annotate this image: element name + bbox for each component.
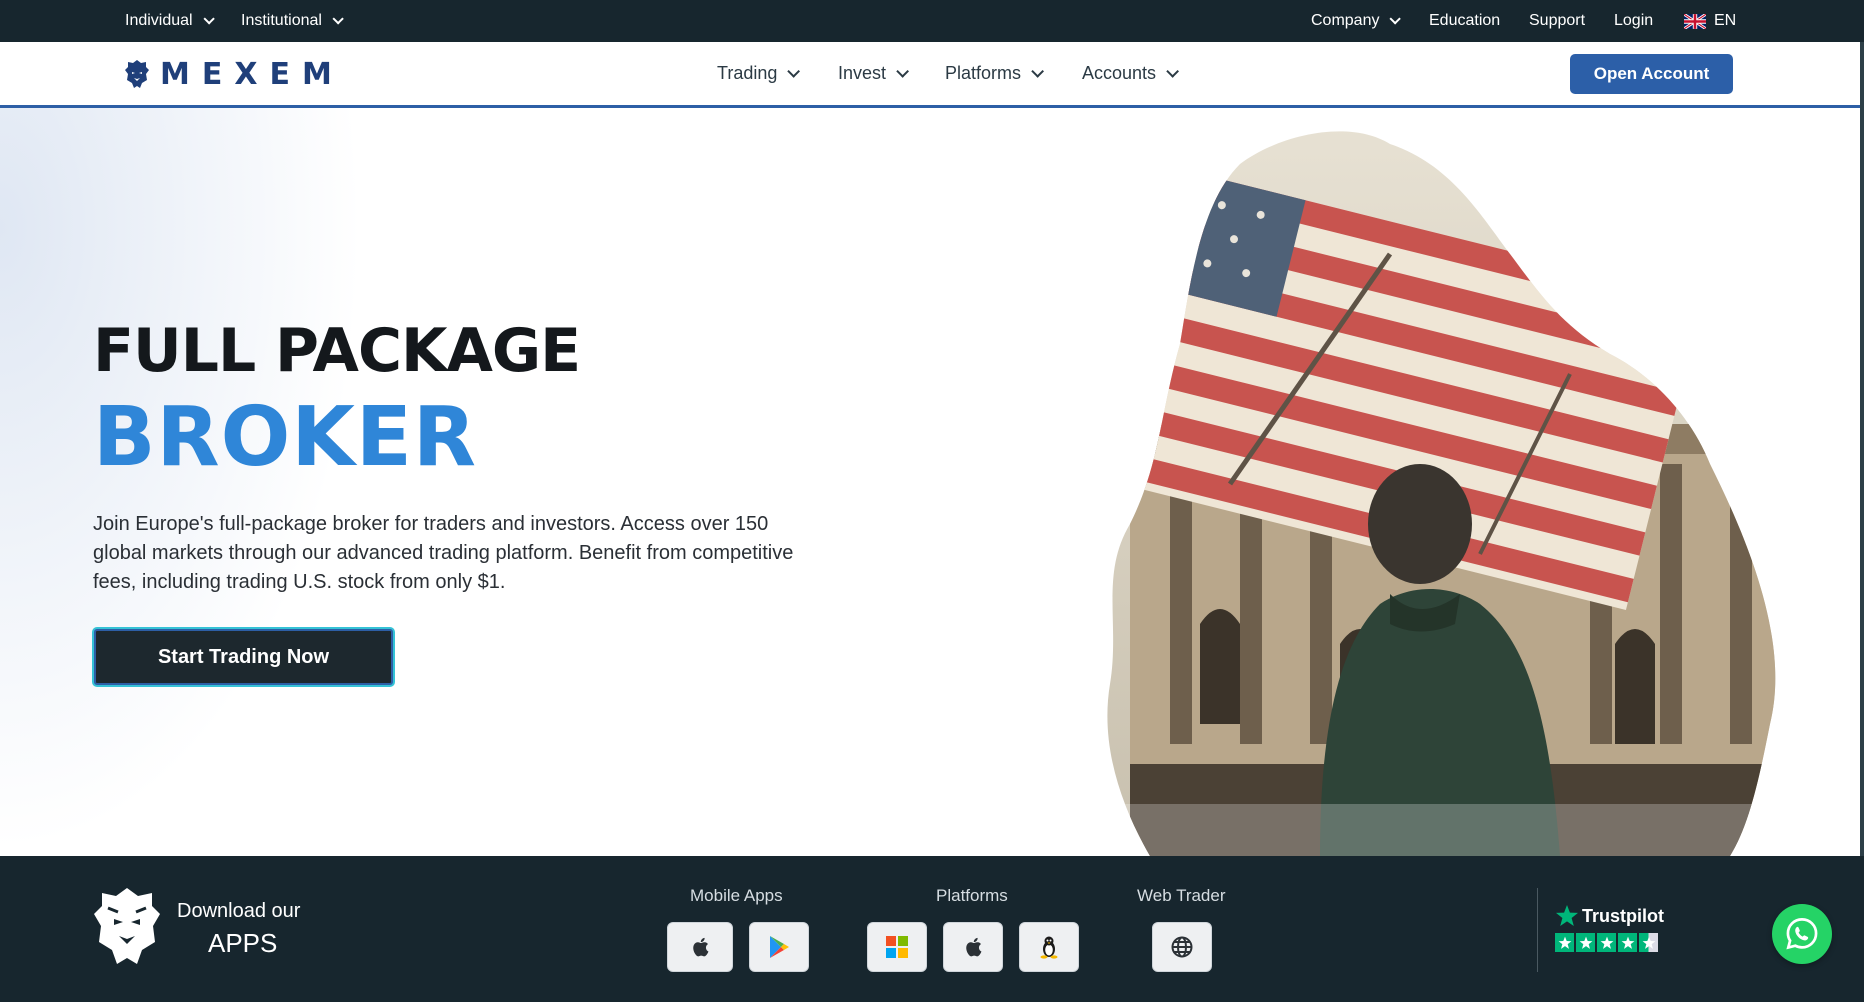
divider	[1537, 888, 1538, 972]
download-apps-bar: Download our APPS Mobile Apps Platforms	[0, 856, 1864, 1002]
institutional-menu[interactable]: Institutional	[241, 0, 344, 42]
download-text: Download our	[177, 900, 301, 922]
whatsapp-icon	[1786, 918, 1818, 950]
whatsapp-button[interactable]	[1772, 904, 1832, 964]
open-account-button[interactable]: Open Account	[1570, 54, 1733, 94]
star-icon	[1618, 933, 1637, 952]
hero-section: FULL PACKAGE BROKER Join Europe's full-p…	[0, 108, 1864, 856]
chevron-down-icon	[332, 13, 344, 25]
chevron-down-icon	[203, 13, 215, 25]
support-link[interactable]: Support	[1529, 0, 1585, 42]
google-play-icon	[770, 936, 789, 958]
top-utility-bar: Individual Institutional Company Educati…	[0, 0, 1864, 42]
language-selector[interactable]: EN	[1684, 0, 1736, 42]
company-menu[interactable]: Company	[1311, 0, 1402, 42]
web-trader-label: Web Trader	[1137, 886, 1226, 905]
chevron-down-icon	[1031, 65, 1045, 78]
trustpilot-name: Trustpilot	[1582, 906, 1664, 926]
web-trader-button[interactable]	[1152, 922, 1212, 972]
start-trading-button[interactable]: Start Trading Now	[92, 627, 395, 687]
linux-icon	[1040, 936, 1058, 959]
globe-icon	[1171, 936, 1193, 958]
nav-trading-label: Trading	[717, 63, 778, 83]
trustpilot-star-icon	[1556, 905, 1578, 926]
language-label: EN	[1714, 12, 1737, 29]
chevron-down-icon	[1166, 65, 1180, 78]
hero-illustration	[1107, 131, 1776, 856]
mexem-logo[interactable]: MEXEM	[124, 56, 344, 92]
chevron-down-icon	[787, 65, 801, 78]
mobile-ios-button[interactable]	[667, 922, 733, 972]
hero-description: Join Europe's full-package broker for tr…	[93, 513, 794, 593]
apple-icon	[693, 937, 709, 957]
logo-text: MEXEM	[160, 56, 344, 92]
star-icon	[1576, 933, 1595, 952]
hero-title-line2: BROKER	[93, 390, 478, 485]
platform-mac-button[interactable]	[943, 922, 1003, 972]
lion-head-icon	[125, 60, 149, 88]
chevron-down-icon	[1389, 13, 1402, 25]
login-label: Login	[1614, 12, 1654, 29]
lion-head-icon	[94, 888, 160, 964]
education-label: Education	[1429, 12, 1501, 29]
apps-text: APPS	[208, 928, 278, 958]
trustpilot-widget[interactable]: Trustpilot	[1555, 905, 1665, 958]
company-label: Company	[1311, 12, 1380, 29]
apple-icon	[966, 937, 982, 957]
star-icon	[1597, 933, 1616, 952]
support-label: Support	[1529, 12, 1586, 29]
mobile-apps-label: Mobile Apps	[690, 886, 783, 905]
login-link[interactable]: Login	[1614, 0, 1653, 42]
platform-linux-button[interactable]	[1019, 922, 1079, 972]
nav-platforms-label: Platforms	[945, 63, 1022, 83]
nav-invest-label: Invest	[838, 63, 887, 83]
windows-icon	[886, 936, 908, 958]
hero-title-line1: FULL PACKAGE	[93, 316, 581, 386]
platforms-label: Platforms	[936, 886, 1008, 905]
chevron-down-icon	[896, 65, 910, 78]
platform-windows-button[interactable]	[867, 922, 927, 972]
individual-label: Individual	[125, 12, 193, 29]
nav-platforms[interactable]: Platforms	[945, 42, 1045, 105]
nav-accounts-label: Accounts	[1082, 63, 1157, 83]
mobile-android-button[interactable]	[749, 922, 809, 972]
uk-flag-icon	[1684, 13, 1706, 29]
individual-menu[interactable]: Individual	[125, 0, 215, 42]
institutional-label: Institutional	[241, 12, 322, 29]
nav-trading[interactable]: Trading	[717, 42, 801, 105]
education-link[interactable]: Education	[1429, 0, 1500, 42]
star-icon	[1555, 933, 1574, 952]
nav-accounts[interactable]: Accounts	[1082, 42, 1180, 105]
main-navigation: MEXEM Trading Invest Platforms Accounts …	[0, 42, 1864, 108]
scrollbar-edge	[1860, 42, 1864, 856]
half-star-icon	[1639, 933, 1658, 952]
nav-invest[interactable]: Invest	[838, 42, 910, 105]
trustpilot-rating	[1555, 933, 1658, 952]
